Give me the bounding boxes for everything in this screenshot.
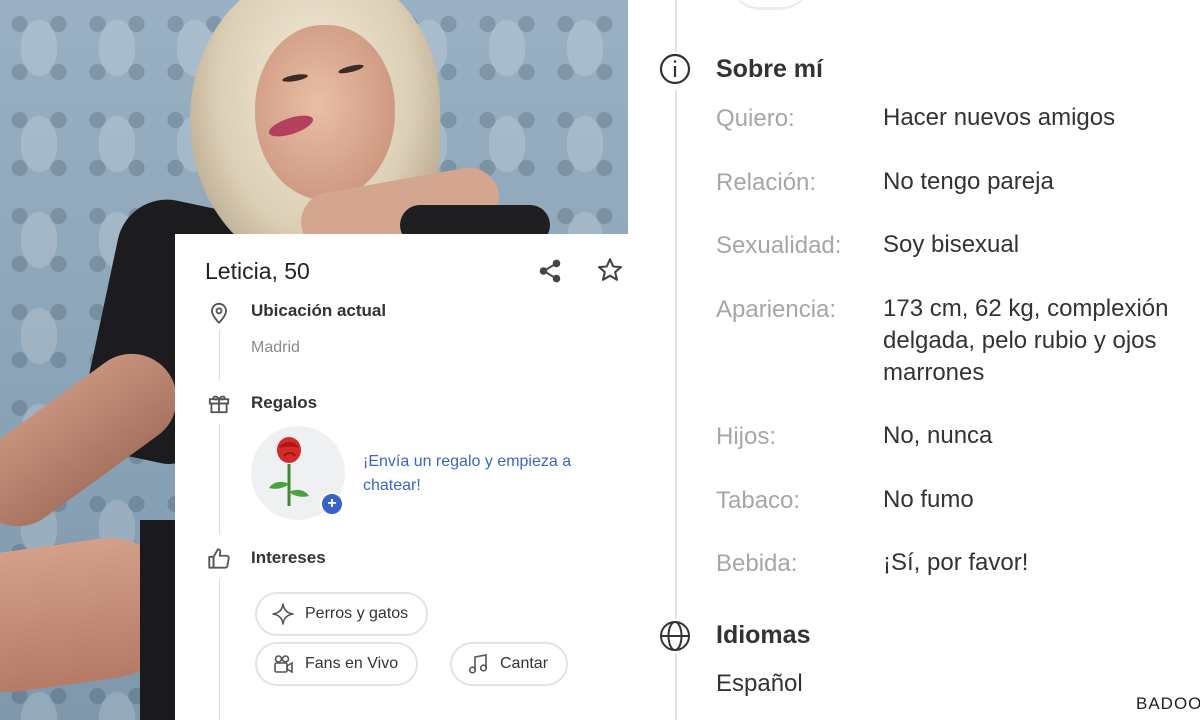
language-value: Español bbox=[716, 670, 803, 697]
about-label: Sexualidad: bbox=[716, 232, 842, 259]
share-icon[interactable] bbox=[537, 258, 563, 284]
about-value: No, nunca bbox=[883, 422, 993, 449]
photo-clothing bbox=[140, 520, 180, 720]
gifts-title: Regalos bbox=[251, 393, 318, 412]
about-value-line: delgada, pelo rubio y ojos bbox=[883, 327, 1157, 354]
about-label: Quiero: bbox=[716, 105, 795, 132]
add-gift-plus-icon[interactable]: + bbox=[320, 492, 344, 516]
section-divider-line bbox=[219, 330, 220, 380]
timeline-line bbox=[675, 652, 677, 720]
interest-label: Cantar bbox=[500, 655, 549, 672]
about-label: Hijos: bbox=[716, 423, 777, 450]
video-camera-icon bbox=[274, 655, 293, 674]
profile-card: Leticia, 50 Ubicación actual Madrid Rega… bbox=[175, 234, 641, 720]
about-title: Sobre mí bbox=[716, 55, 823, 83]
interest-chip[interactable]: Perros y gatos bbox=[255, 592, 429, 636]
avatar-edge bbox=[730, 0, 810, 10]
globe-icon bbox=[658, 619, 692, 653]
favorite-star-icon[interactable] bbox=[596, 256, 624, 284]
about-label: Bebida: bbox=[716, 550, 798, 577]
interest-chip[interactable]: Fans en Vivo bbox=[255, 642, 419, 686]
thumbs-up-icon bbox=[208, 548, 230, 569]
about-label: Tabaco: bbox=[716, 487, 801, 514]
location-pin-icon bbox=[211, 302, 227, 325]
interest-label: Fans en Vivo bbox=[305, 655, 399, 672]
about-value-line: marrones bbox=[883, 359, 985, 386]
interest-label: Perros y gatos bbox=[305, 605, 409, 622]
location-title: Ubicación actual bbox=[251, 301, 387, 320]
profile-name: Leticia, 50 bbox=[205, 258, 310, 284]
languages-title: Idiomas bbox=[716, 621, 811, 649]
gift-icon bbox=[208, 395, 230, 414]
section-divider-line bbox=[219, 424, 220, 534]
about-value: ¡Sí, por favor! bbox=[883, 549, 1029, 576]
interests-title: Intereses bbox=[251, 548, 326, 567]
timeline-line bbox=[675, 90, 677, 620]
music-note-icon bbox=[468, 654, 488, 674]
about-value: No tengo pareja bbox=[883, 168, 1054, 195]
info-icon bbox=[658, 52, 692, 86]
about-value: Hacer nuevos amigos bbox=[883, 104, 1116, 131]
watermark: BADOO bbox=[1136, 694, 1200, 713]
interest-chip[interactable]: Cantar bbox=[450, 642, 569, 686]
location-value: Madrid bbox=[251, 339, 300, 356]
photo-face bbox=[255, 25, 395, 200]
about-label: Apariencia: bbox=[716, 296, 837, 323]
about-value: Soy bisexual bbox=[883, 231, 1020, 258]
about-label: Relación: bbox=[716, 169, 817, 196]
about-value-line: 173 cm, 62 kg, complexión bbox=[883, 295, 1169, 322]
send-gift-link[interactable]: ¡Envía un regalo y empieza a chatear! bbox=[363, 450, 633, 498]
section-divider-line bbox=[219, 579, 220, 720]
about-value: No fumo bbox=[883, 486, 974, 513]
sparkle-icon bbox=[272, 603, 294, 625]
timeline-line bbox=[675, 0, 677, 60]
